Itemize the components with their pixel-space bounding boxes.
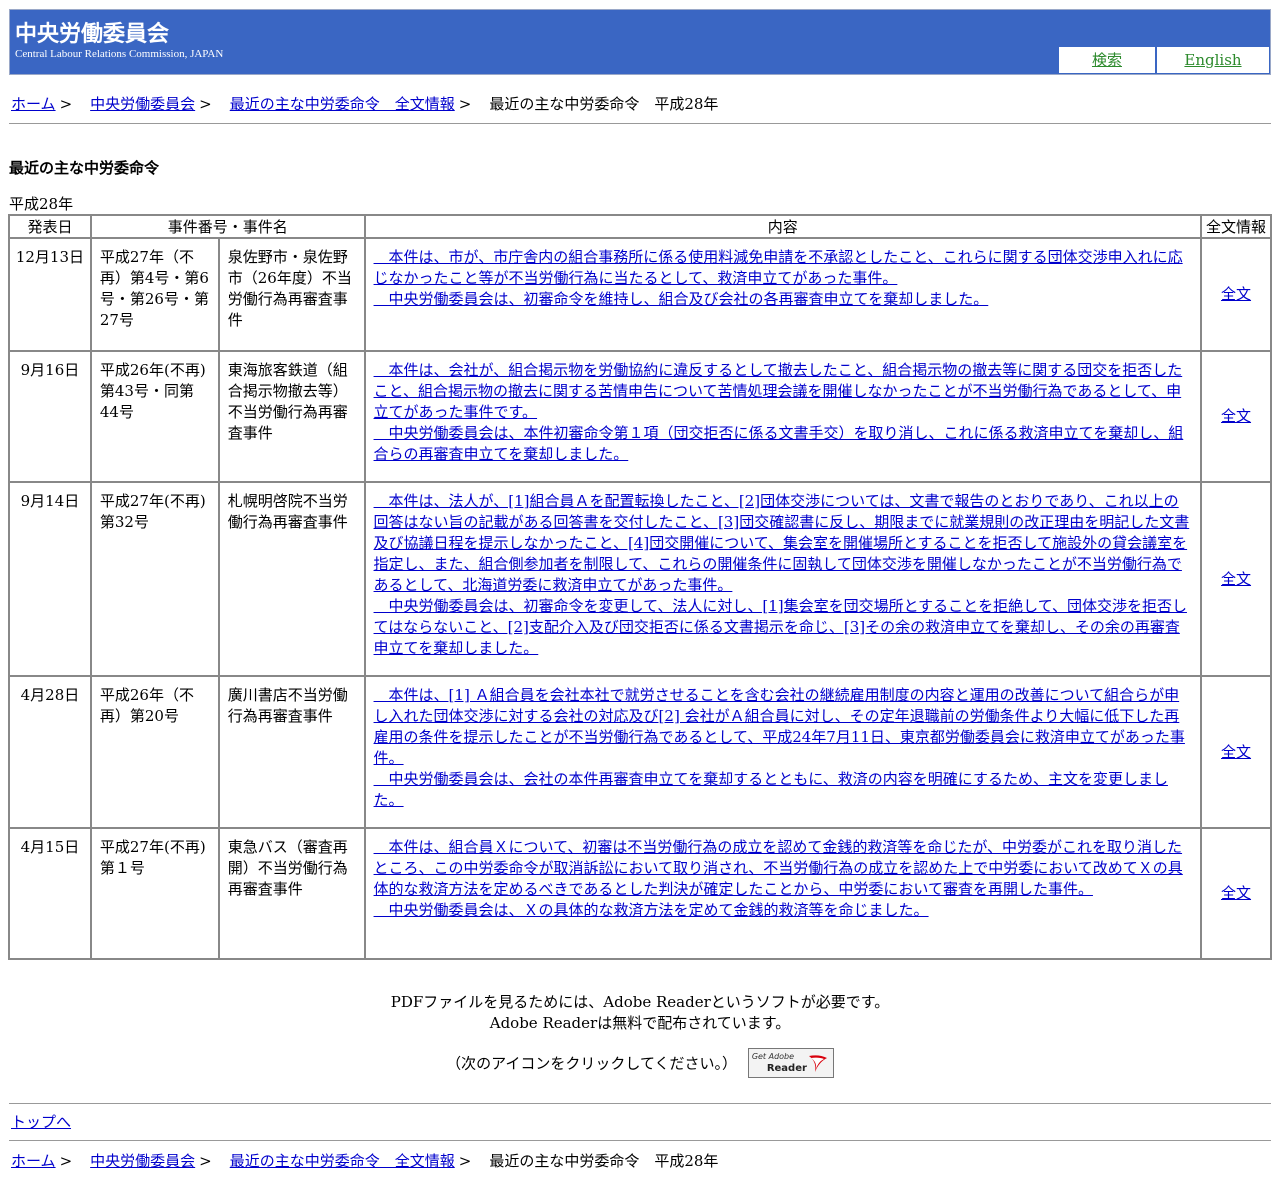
table-row: 12月13日 平成27年（不再）第4号・第6号・第26号・第27号 泉佐野市・泉…	[8, 237, 1272, 352]
content-link[interactable]: 本件は、[1] Ａ組合員を会社本社で就労させることを含む会社の継続雇用制度の内容…	[374, 685, 1193, 811]
row-content: 本件は、組合員Ｘについて、初審は不当労働行為の成立を認めて金銭的救済等を命じたが…	[363, 827, 1203, 960]
divider	[9, 1140, 1271, 1141]
content-link[interactable]: 本件は、会社が、組合掲示物を労働協約に違反するとして撤去したこと、組合掲示物の撤…	[374, 360, 1193, 465]
breadcrumb-separator: >	[199, 95, 212, 113]
column-header-full: 全文情報	[1200, 214, 1272, 239]
table-row: 9月14日 平成27年(不再)第32号 札幌明啓院不当労働行為再審査事件 本件は…	[8, 481, 1272, 677]
breadcrumb-commission[interactable]: 中央労働委員会	[90, 95, 195, 113]
header-nav: 検索 English	[1057, 47, 1269, 73]
breadcrumb-commission[interactable]: 中央労働委員会	[90, 1152, 195, 1170]
breadcrumb-separator: >	[59, 95, 73, 113]
column-header-content: 内容	[363, 214, 1203, 239]
full-text-link[interactable]: 全文	[1221, 570, 1251, 588]
table-header-row: 発表日 事件番号・事件名 内容 全文情報	[8, 214, 1272, 239]
content-decision: 中央労働委員会は、初審命令を維持し、組合及び会社の各再審査申立てを棄却しました。	[373, 290, 989, 308]
breadcrumb-home[interactable]: ホーム	[11, 1152, 56, 1170]
row-full-text: 全文	[1200, 675, 1272, 829]
row-case-name: 廣川書店不当労働行為再審査事件	[217, 675, 366, 829]
row-full-text: 全文	[1200, 350, 1272, 483]
full-text-link[interactable]: 全文	[1221, 407, 1251, 425]
pdf-click-row: （次のアイコンをクリックしてください。） Get Adobe Reader	[0, 1048, 1280, 1078]
content-summary: 本件は、[1] Ａ組合員を会社本社で就労させることを含む会社の継続雇用制度の内容…	[373, 686, 1185, 767]
table-row: 4月28日 平成26年（不再）第20号 廣川書店不当労働行為再審査事件 本件は、…	[8, 675, 1272, 829]
content-summary: 本件は、組合員Ｘについて、初審は不当労働行為の成立を認めて金銭的救済等を命じたが…	[373, 838, 1183, 898]
site-title: 中央労働委員会	[15, 22, 170, 47]
row-date: 9月14日	[8, 481, 92, 677]
adobe-badge-bottom: Reader	[766, 1063, 807, 1074]
get-adobe-reader-button[interactable]: Get Adobe Reader	[747, 1048, 834, 1078]
page-title: 最近の主な中労委命令	[9, 159, 160, 177]
row-case-number: 平成27年(不再)第１号	[89, 827, 220, 960]
content-link[interactable]: 本件は、市が、市庁舎内の組合事務所に係る使用料減免申請を不承認としたこと、これら…	[374, 247, 1193, 310]
breadcrumb-separator: >	[458, 1152, 472, 1170]
breadcrumb-separator: >	[458, 95, 472, 113]
content-summary: 本件は、会社が、組合掲示物を労働協約に違反するとして撤去したこと、組合掲示物の撤…	[373, 361, 1183, 421]
row-date: 4月15日	[8, 827, 92, 960]
search-link[interactable]: 検索	[1059, 47, 1155, 73]
pdf-notice: PDFファイルを見るためには、Adobe Readerというソフトが必要です。 …	[0, 992, 1280, 1034]
row-full-text: 全文	[1200, 827, 1272, 960]
row-full-text: 全文	[1200, 481, 1272, 677]
year-label: 平成28年	[9, 195, 74, 213]
pdf-click-instruction: （次のアイコンをクリックしてください。）	[446, 1054, 738, 1073]
divider	[9, 1103, 1271, 1104]
row-case-number: 平成26年（不再）第20号	[89, 675, 220, 829]
breadcrumb: ホーム > 中央労働委員会 > 最近の主な中労委命令 全文情報 > 最近の主な中労委命令 平…	[11, 93, 718, 114]
breadcrumb-footer: ホーム > 中央労働委員会 > 最近の主な中労委命令 全文情報 > 最近の主な中労委命令 平…	[11, 1150, 718, 1171]
column-header-date: 発表日	[8, 214, 92, 239]
adobe-reader-icon	[808, 1055, 827, 1072]
row-case-name: 東急バス（審査再開）不当労働行為再審査事件	[217, 827, 366, 960]
divider	[9, 123, 1271, 124]
breadcrumb-home[interactable]: ホーム	[11, 95, 56, 113]
content-decision: 中央労働委員会は、初審命令を変更して、法人に対し、[1]集会室を団交場所とするこ…	[373, 597, 1187, 657]
row-full-text: 全文	[1200, 237, 1272, 352]
table-row: 9月16日 平成26年(不再)第43号・同第44号 東海旅客鉄道（組合掲示物撤去…	[8, 350, 1272, 483]
breadcrumb-orders[interactable]: 最近の主な中労委命令 全文情報	[230, 1152, 455, 1170]
breadcrumb-current: 最近の主な中労委命令 平成28年	[489, 1152, 719, 1170]
row-content: 本件は、法人が、[1]組合員Ａを配置転換したこと、[2]団体交渉については、文書…	[363, 481, 1203, 677]
full-text-link[interactable]: 全文	[1221, 884, 1251, 902]
row-date: 4月28日	[8, 675, 92, 829]
row-case-name: 泉佐野市・泉佐野市（26年度）不当労働行為再審査事件	[217, 237, 366, 352]
content-link[interactable]: 本件は、組合員Ｘについて、初審は不当労働行為の成立を認めて金銭的救済等を命じたが…	[374, 837, 1193, 921]
pdf-notice-line2: Adobe Readerは無料で配布されています。	[489, 1014, 791, 1032]
row-date: 12月13日	[8, 237, 92, 352]
content-link[interactable]: 本件は、法人が、[1]組合員Ａを配置転換したこと、[2]団体交渉については、文書…	[374, 491, 1193, 659]
breadcrumb-current: 最近の主な中労委命令 平成28年	[489, 95, 719, 113]
row-content: 本件は、市が、市庁舎内の組合事務所に係る使用料減免申請を不承認としたこと、これら…	[363, 237, 1203, 352]
site-subtitle: Central Labour Relations Commission, JAP…	[15, 48, 224, 60]
breadcrumb-separator: >	[59, 1152, 73, 1170]
content-decision: 中央労働委員会は、本件初審命令第１項（団交拒否に係る文書手交）を取り消し、これに…	[373, 424, 1184, 463]
full-text-link[interactable]: 全文	[1221, 285, 1251, 303]
orders-table: 発表日 事件番号・事件名 内容 全文情報 12月13日 平成27年（不再）第4号…	[8, 214, 1272, 960]
content-decision: 中央労働委員会は、会社の本件再審査申立てを棄却するとともに、救済の内容を明確にす…	[373, 770, 1168, 809]
breadcrumb-orders[interactable]: 最近の主な中労委命令 全文情報	[230, 95, 455, 113]
content-decision: 中央労働委員会は、Ｘの具体的な救済方法を定めて金銭的救済等を命じました。	[373, 901, 929, 919]
column-header-case: 事件番号・事件名	[89, 214, 366, 239]
row-case-number: 平成27年(不再)第32号	[89, 481, 220, 677]
row-case-number: 平成27年（不再）第4号・第6号・第26号・第27号	[89, 237, 220, 352]
english-link[interactable]: English	[1157, 47, 1269, 73]
row-case-name: 東海旅客鉄道（組合掲示物撤去等）不当労働行為再審査事件	[217, 350, 366, 483]
content-summary: 本件は、市が、市庁舎内の組合事務所に係る使用料減免申請を不承認としたこと、これら…	[373, 248, 1183, 287]
content-summary: 本件は、法人が、[1]組合員Ａを配置転換したこと、[2]団体交渉については、文書…	[373, 492, 1190, 594]
pdf-notice-line1: PDFファイルを見るためには、Adobe Readerというソフトが必要です。	[390, 993, 890, 1011]
breadcrumb-separator: >	[199, 1152, 212, 1170]
row-case-name: 札幌明啓院不当労働行為再審査事件	[217, 481, 366, 677]
row-content: 本件は、会社が、組合掲示物を労働協約に違反するとして撤去したこと、組合掲示物の撤…	[363, 350, 1203, 483]
site-header: 中央労働委員会 Central Labour Relations Commiss…	[9, 9, 1271, 75]
table-row: 4月15日 平成27年(不再)第１号 東急バス（審査再開）不当労働行為再審査事件…	[8, 827, 1272, 960]
back-to-top-link[interactable]: トップへ	[11, 1111, 71, 1132]
row-case-number: 平成26年(不再)第43号・同第44号	[89, 350, 220, 483]
row-date: 9月16日	[8, 350, 92, 483]
full-text-link[interactable]: 全文	[1221, 743, 1251, 761]
row-content: 本件は、[1] Ａ組合員を会社本社で就労させることを含む会社の継続雇用制度の内容…	[363, 675, 1203, 829]
adobe-badge-top: Get Adobe	[751, 1052, 795, 1061]
